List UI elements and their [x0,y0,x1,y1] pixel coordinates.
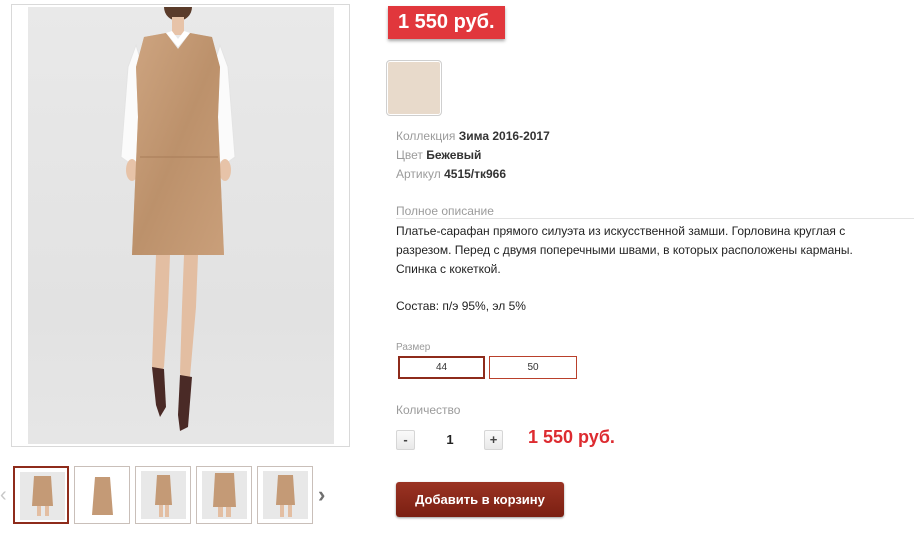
attribute-label: Коллекция [396,129,456,143]
thumbnail-prev-arrow-icon[interactable]: ‹ [0,485,10,505]
description-line: Спинка с кокеткой. [396,262,501,276]
description-text: Платье-сарафан прямого силуэта из искусс… [396,222,908,279]
thumbnail-5[interactable] [257,466,313,524]
price-badge: 1 550 руб. [388,6,505,39]
thumbnail-image [202,471,247,519]
size-option-44[interactable]: 44 [398,356,485,379]
attribute-value: Зима 2016-2017 [458,129,550,143]
attribute-collection: Коллекция Зима 2016-2017 [396,127,550,146]
quantity-increment-button[interactable]: + [484,430,503,450]
description-line: разрезом. Перед с двумя поперечными швам… [396,243,853,257]
color-swatch[interactable] [386,60,442,116]
thumbnail-3[interactable] [135,466,191,524]
quantity-value[interactable]: 1 [440,432,460,447]
total-price: 1 550 руб. [528,427,615,447]
composition-text: Состав: п/э 95%, эл 5% [396,299,526,313]
attribute-value: 4515/тк966 [444,167,507,181]
quantity-title: Количество [396,403,461,417]
thumbnail-next-arrow-icon[interactable]: › [318,483,334,507]
thumbnail-image [20,472,65,520]
description-title: Полное описание [396,204,494,218]
thumbnail-4[interactable] [196,466,252,524]
thumbnail-image [263,471,308,519]
quantity-decrement-button[interactable]: - [396,430,415,450]
thumbnail-image [80,471,125,519]
size-title: Размер [396,342,431,353]
attribute-color: Цвет Бежевый [396,146,550,165]
thumbnail-1[interactable] [13,466,69,524]
size-option-50[interactable]: 50 [489,356,577,379]
divider [396,218,914,219]
add-to-cart-button[interactable]: Добавить в корзину [396,482,564,517]
product-photo [28,7,334,444]
description-line: Платье-сарафан прямого силуэта из искусс… [396,224,846,238]
attribute-article: Артикул 4515/тк966 [396,165,550,184]
attribute-label: Артикул [396,167,441,181]
product-attributes: Коллекция Зима 2016-2017 Цвет Бежевый Ар… [396,127,550,184]
attribute-label: Цвет [396,148,423,162]
thumbnail-2[interactable] [74,466,130,524]
main-product-image[interactable] [11,4,350,447]
thumbnail-image [141,471,186,519]
attribute-value: Бежевый [426,148,482,162]
